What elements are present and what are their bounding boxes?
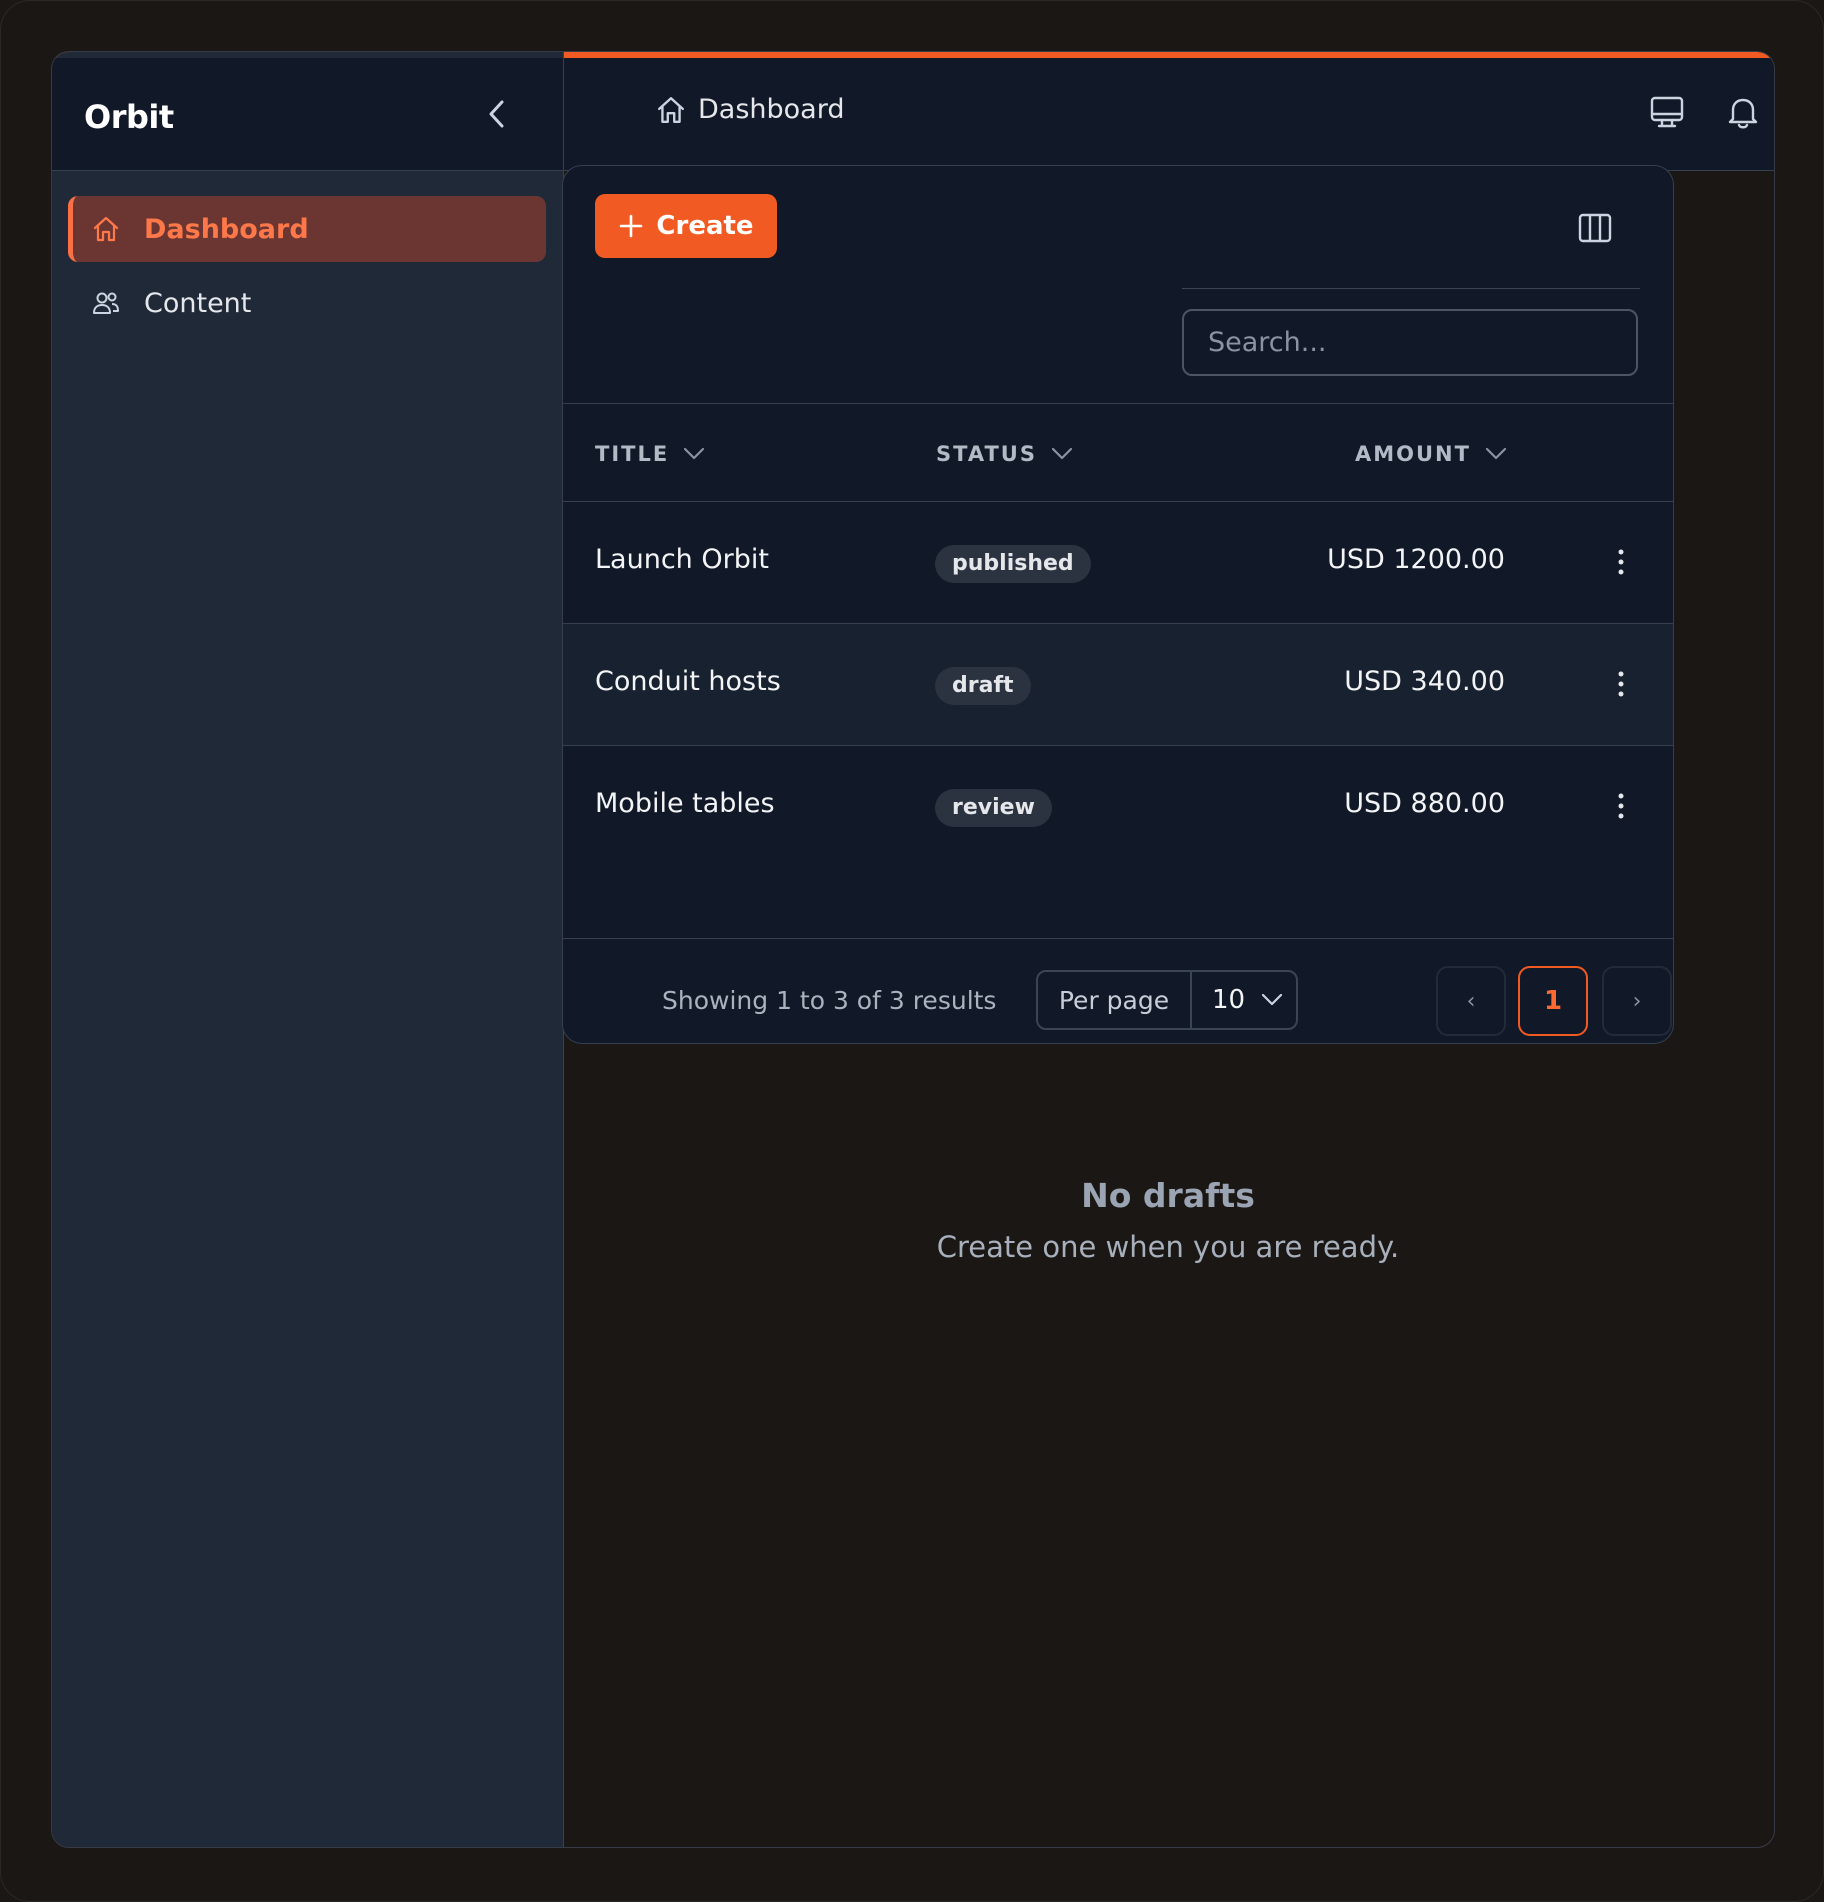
- column-header-status[interactable]: STATUS: [936, 442, 1073, 466]
- chevron-down-icon: [684, 447, 705, 460]
- divider: [563, 938, 1673, 939]
- sidebar-item-content[interactable]: Content: [68, 270, 546, 336]
- sidebar: Orbit Dashboard Content: [52, 52, 564, 1847]
- notifications-button[interactable]: [1723, 92, 1763, 132]
- more-options-icon[interactable]: [1615, 547, 1627, 577]
- per-page-label: Per page: [1038, 972, 1192, 1028]
- table-row[interactable]: Mobile tables review USD 880.00: [563, 746, 1673, 883]
- row-amount: USD 880.00: [1344, 788, 1505, 819]
- breadcrumb-label: Dashboard: [698, 94, 845, 125]
- column-header-amount[interactable]: AMOUNT: [1355, 442, 1507, 466]
- search-input[interactable]: [1182, 309, 1638, 376]
- per-page-selected: 10: [1212, 985, 1246, 1015]
- sidebar-item-dashboard[interactable]: Dashboard: [68, 196, 546, 262]
- bell-icon: [1728, 98, 1758, 129]
- create-button[interactable]: Create: [595, 194, 777, 258]
- next-page-button[interactable]: ›: [1602, 966, 1672, 1036]
- breadcrumb[interactable]: Dashboard: [656, 94, 844, 125]
- column-header-title[interactable]: TITLE: [595, 442, 705, 466]
- more-options-icon[interactable]: [1615, 791, 1627, 821]
- row-title: Mobile tables: [595, 788, 775, 819]
- column-toggle-button[interactable]: [1577, 210, 1613, 246]
- chevron-down-icon: [1485, 447, 1507, 460]
- users-icon: [92, 289, 120, 317]
- divider: [1182, 288, 1640, 289]
- row-title: Conduit hosts: [595, 666, 781, 697]
- content-table-card: Create TITLE STATUS AMOUNT Launch Orbit …: [562, 165, 1674, 1044]
- status-badge: draft: [935, 667, 1031, 705]
- row-amount: USD 1200.00: [1327, 544, 1505, 575]
- chevron-down-icon: [1261, 993, 1283, 1006]
- chevron-left-icon: [489, 100, 504, 128]
- page-button-current[interactable]: 1: [1518, 966, 1588, 1036]
- per-page-select[interactable]: Per page 10: [1036, 970, 1298, 1030]
- table-header: TITLE STATUS AMOUNT: [563, 404, 1673, 502]
- sidebar-nav: Dashboard Content: [68, 196, 546, 344]
- per-page-value[interactable]: 10: [1192, 972, 1296, 1028]
- empty-state-title: No drafts: [1081, 1176, 1255, 1215]
- brand-logo: Orbit: [84, 98, 174, 136]
- column-header-label: AMOUNT: [1355, 442, 1471, 466]
- status-badge: published: [935, 545, 1091, 583]
- column-header-label: TITLE: [595, 442, 670, 466]
- create-button-label: Create: [656, 211, 754, 241]
- sidebar-item-label: Content: [144, 287, 252, 319]
- row-title: Launch Orbit: [595, 544, 769, 575]
- sidebar-header: Orbit: [52, 58, 563, 171]
- home-icon: [92, 215, 120, 243]
- plus-icon: [620, 214, 643, 238]
- home-icon: [658, 96, 684, 123]
- sidebar-item-label: Dashboard: [144, 213, 309, 245]
- status-badge: review: [935, 789, 1052, 827]
- display-toggle-button[interactable]: [1647, 92, 1687, 132]
- empty-state-subtitle: Create one when you are ready.: [936, 1230, 1400, 1264]
- table-row[interactable]: Conduit hosts draft USD 340.00: [563, 624, 1673, 746]
- column-header-label: STATUS: [936, 442, 1037, 466]
- chevron-down-icon: [1051, 447, 1073, 460]
- results-summary: Showing 1 to 3 of 3 results: [662, 986, 997, 1015]
- prev-page-button[interactable]: ‹: [1436, 966, 1506, 1036]
- collapse-sidebar-button[interactable]: [476, 92, 520, 136]
- row-amount: USD 340.00: [1344, 666, 1505, 697]
- top-header: Dashboard: [564, 58, 1774, 171]
- table-row[interactable]: Launch Orbit published USD 1200.00: [563, 502, 1673, 624]
- more-options-icon[interactable]: [1615, 669, 1627, 699]
- columns-icon: [1578, 213, 1612, 243]
- monitor-icon: [1650, 96, 1684, 128]
